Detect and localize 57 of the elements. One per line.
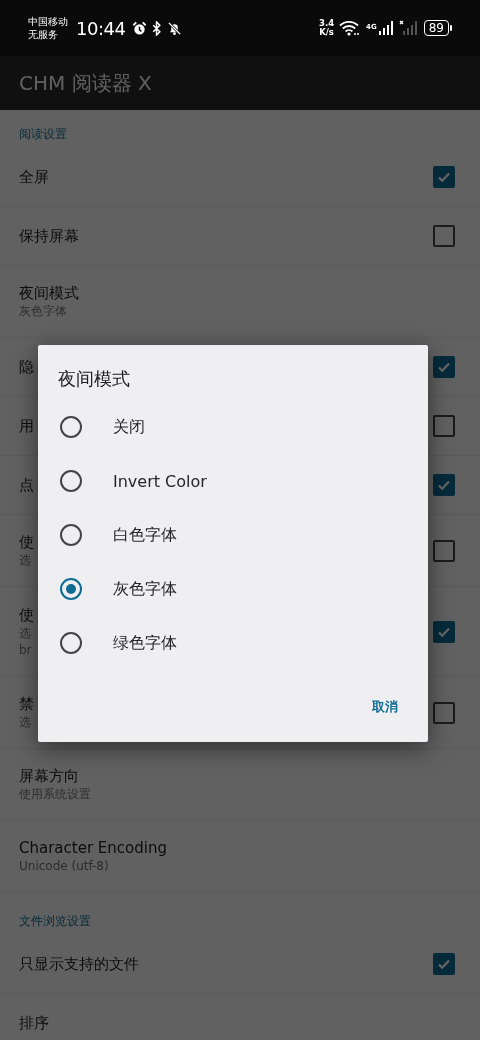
network-speed: 3.4 bbox=[319, 19, 335, 28]
radio-button[interactable] bbox=[60, 470, 82, 492]
checkbox[interactable] bbox=[433, 620, 455, 643]
setting-title: 禁 bbox=[19, 694, 34, 714]
service-status: 无服务 bbox=[28, 28, 59, 41]
checkbox[interactable] bbox=[433, 225, 455, 247]
dialog-title: 夜间模式 bbox=[58, 367, 130, 391]
setting-title: 隐 bbox=[19, 357, 34, 377]
checkbox[interactable] bbox=[433, 474, 455, 496]
option-label[interactable]: 关闭 bbox=[113, 416, 145, 438]
checkbox[interactable] bbox=[433, 953, 455, 975]
radio-button[interactable] bbox=[60, 524, 82, 546]
settings-row[interactable]: 只显示支持的文件 bbox=[0, 935, 480, 994]
radio-button[interactable] bbox=[60, 578, 82, 600]
setting-title: 使 bbox=[19, 532, 34, 552]
bluetooth-icon bbox=[152, 20, 163, 36]
option-label[interactable]: 绿色字体 bbox=[113, 632, 177, 654]
setting-title: 用 bbox=[19, 416, 34, 436]
check-icon bbox=[437, 478, 451, 492]
checkbox[interactable] bbox=[433, 539, 455, 562]
clock-time: 10:44 bbox=[76, 17, 126, 39]
wifi-icon bbox=[339, 20, 362, 36]
setting-title: 屏幕方向 bbox=[19, 766, 79, 786]
checkbox[interactable] bbox=[433, 356, 455, 378]
section-header: 阅读设置 bbox=[18, 126, 68, 143]
checkbox[interactable] bbox=[433, 415, 455, 437]
muted-bell-icon bbox=[167, 20, 183, 36]
radio-button[interactable] bbox=[60, 632, 82, 654]
check-icon bbox=[437, 360, 451, 374]
no-signal-icon bbox=[398, 20, 419, 36]
option-label[interactable]: 灰色字体 bbox=[113, 578, 177, 600]
checkbox[interactable] bbox=[433, 701, 455, 724]
setting-title: 只显示支持的文件 bbox=[19, 954, 139, 974]
check-icon bbox=[437, 170, 451, 184]
cancel-button[interactable]: 取消 bbox=[360, 690, 410, 724]
option-label[interactable]: Invert Color bbox=[113, 471, 207, 491]
alarm-icon bbox=[132, 20, 148, 36]
battery-level: 89 bbox=[423, 20, 449, 36]
settings-row[interactable]: 保持屏幕 bbox=[0, 207, 480, 266]
app-title: CHM 阅读器 X bbox=[19, 69, 152, 97]
setting-title: 全屏 bbox=[19, 167, 49, 187]
checkbox[interactable] bbox=[433, 166, 455, 188]
setting-title: 夜间模式 bbox=[19, 283, 79, 303]
radio-button[interactable] bbox=[60, 416, 82, 438]
carrier-name: 中国移动 bbox=[28, 15, 68, 28]
check-icon bbox=[437, 957, 451, 971]
signal-icon bbox=[377, 20, 394, 36]
settings-row[interactable]: 全屏 bbox=[0, 148, 480, 207]
section-header: 文件浏览设置 bbox=[18, 913, 92, 930]
option-label[interactable]: 白色字体 bbox=[113, 524, 177, 546]
speed-unit: K/s bbox=[319, 28, 334, 37]
setting-title: 使 bbox=[19, 604, 34, 625]
setting-title: 排序 bbox=[19, 1013, 49, 1033]
setting-title: 点 bbox=[19, 475, 34, 495]
settings-row[interactable]: 排序 bbox=[0, 994, 480, 1040]
setting-title: Character Encoding bbox=[19, 838, 167, 858]
setting-title: 保持屏幕 bbox=[19, 226, 79, 246]
